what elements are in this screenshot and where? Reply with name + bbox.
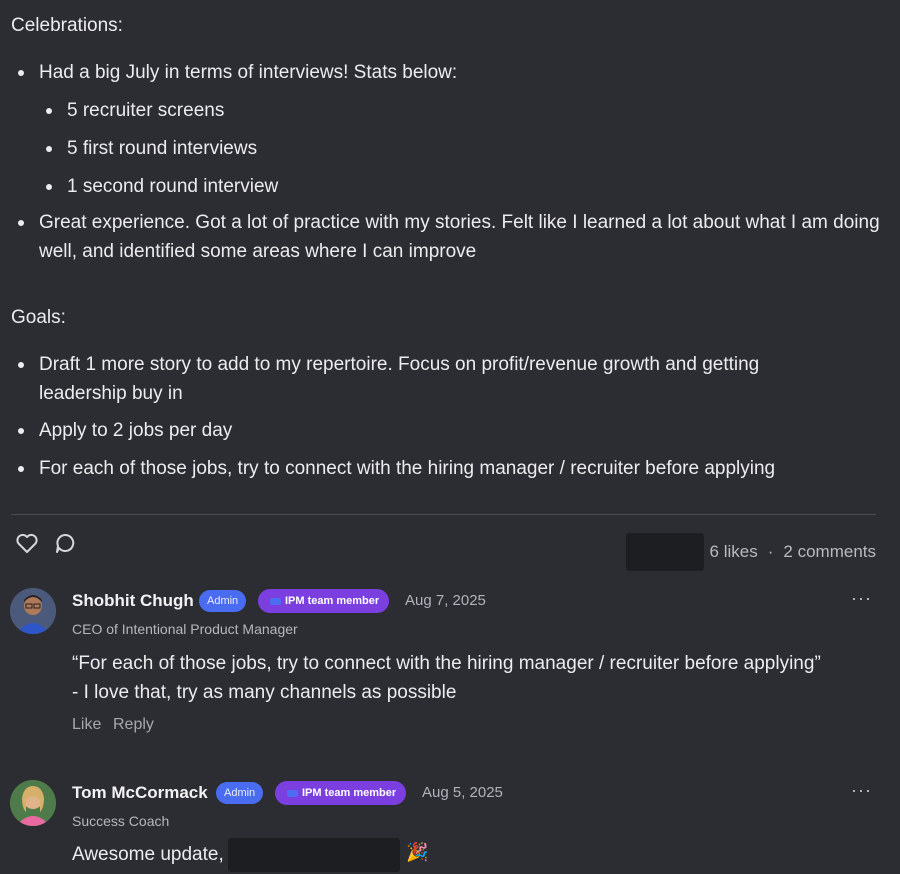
avatar[interactable] — [10, 588, 56, 634]
comments-count[interactable]: 2 comments — [783, 542, 876, 562]
more-options-icon[interactable]: ··· — [851, 588, 872, 609]
commenter-name[interactable]: Tom McCormack — [72, 783, 208, 803]
comment-date: Aug 7, 2025 — [405, 592, 486, 609]
team-badge-label: IPM team member — [285, 595, 380, 607]
avatar[interactable] — [10, 780, 56, 826]
commenter-title: Success Coach — [72, 813, 170, 829]
reply-button[interactable]: Reply — [113, 716, 154, 734]
admin-badge: Admin — [199, 590, 247, 612]
separator: · — [767, 542, 774, 561]
list-item: 5 recruiter screens — [45, 96, 224, 125]
comment-text: Awesome update, — [72, 844, 224, 865]
flag-icon — [287, 789, 298, 797]
reaction-stats: 6 likes · 2 comments — [625, 533, 876, 571]
comment-date: Aug 5, 2025 — [422, 784, 503, 801]
party-popper-icon: 🎉 — [406, 842, 429, 862]
list-item: 1 second round interview — [45, 172, 278, 201]
speech-bubble-icon[interactable] — [54, 532, 78, 559]
divider — [11, 514, 876, 515]
like-button[interactable]: Like — [72, 716, 101, 734]
more-options-icon[interactable]: ··· — [851, 780, 872, 801]
list-item: Had a big July in terms of interviews! S… — [17, 58, 457, 87]
commenter-name[interactable]: Shobhit Chugh — [72, 591, 194, 611]
admin-badge: Admin — [216, 782, 264, 804]
goals-heading: Goals: — [11, 307, 66, 328]
flag-icon — [270, 597, 281, 605]
list-item: For each of those jobs, try to connect w… — [17, 454, 775, 483]
list-item: Draft 1 more story to add to my repertoi… — [18, 350, 819, 408]
team-badge: IPM team member — [258, 589, 390, 613]
list-item: Great experience. Got a lot of practice … — [18, 208, 884, 266]
likes-count[interactable]: 6 likes — [710, 542, 758, 562]
team-badge-label: IPM team member — [302, 787, 397, 799]
celebrations-heading: Celebrations: — [11, 15, 123, 36]
comment-text: “For each of those jobs, try to connect … — [72, 653, 821, 703]
list-item: Apply to 2 jobs per day — [17, 416, 232, 445]
list-item: 5 first round interviews — [45, 134, 257, 163]
redacted-block — [228, 838, 400, 872]
redacted-block — [625, 533, 704, 571]
heart-icon[interactable] — [15, 532, 39, 559]
team-badge: IPM team member — [275, 781, 407, 805]
commenter-title: CEO of Intentional Product Manager — [72, 621, 298, 637]
